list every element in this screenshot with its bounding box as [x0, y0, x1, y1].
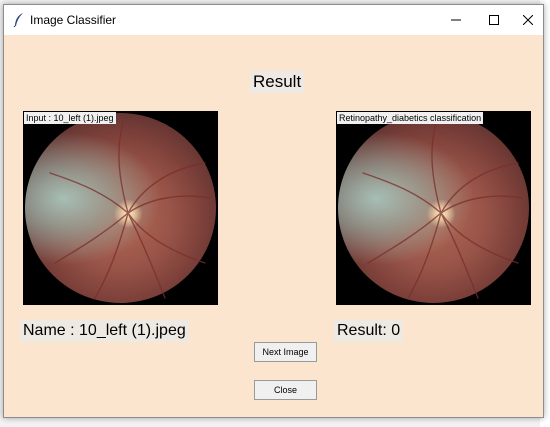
input-image-label: Input : 10_left (1).jpeg — [24, 112, 116, 124]
output-fundus-image — [338, 113, 529, 303]
title-bar[interactable]: Image Classifier — [4, 5, 543, 35]
input-image-panel: Input : 10_left (1).jpeg — [23, 111, 218, 305]
app-window: Image Classifier Result Input : 10_left … — [3, 4, 544, 418]
next-image-button[interactable]: Next Image — [254, 342, 317, 362]
close-window-button[interactable] — [510, 5, 546, 35]
result-heading: Result — [250, 71, 305, 93]
minimize-icon — [451, 19, 461, 21]
maximize-icon — [489, 15, 499, 25]
maximize-button[interactable] — [476, 5, 512, 35]
image-name-text: Name : 10_left (1).jpeg — [20, 320, 189, 342]
close-button[interactable]: Close — [254, 380, 317, 400]
feather-icon — [12, 12, 26, 28]
window-title: Image Classifier — [30, 13, 117, 27]
minimize-button[interactable] — [438, 5, 474, 35]
output-image-label: Retinopathy_diabetics classification — [337, 112, 484, 124]
close-icon — [523, 15, 533, 25]
classification-result-text: Result: 0 — [334, 320, 404, 342]
input-fundus-image — [25, 113, 216, 303]
output-image-panel: Retinopathy_diabetics classification — [336, 111, 531, 305]
